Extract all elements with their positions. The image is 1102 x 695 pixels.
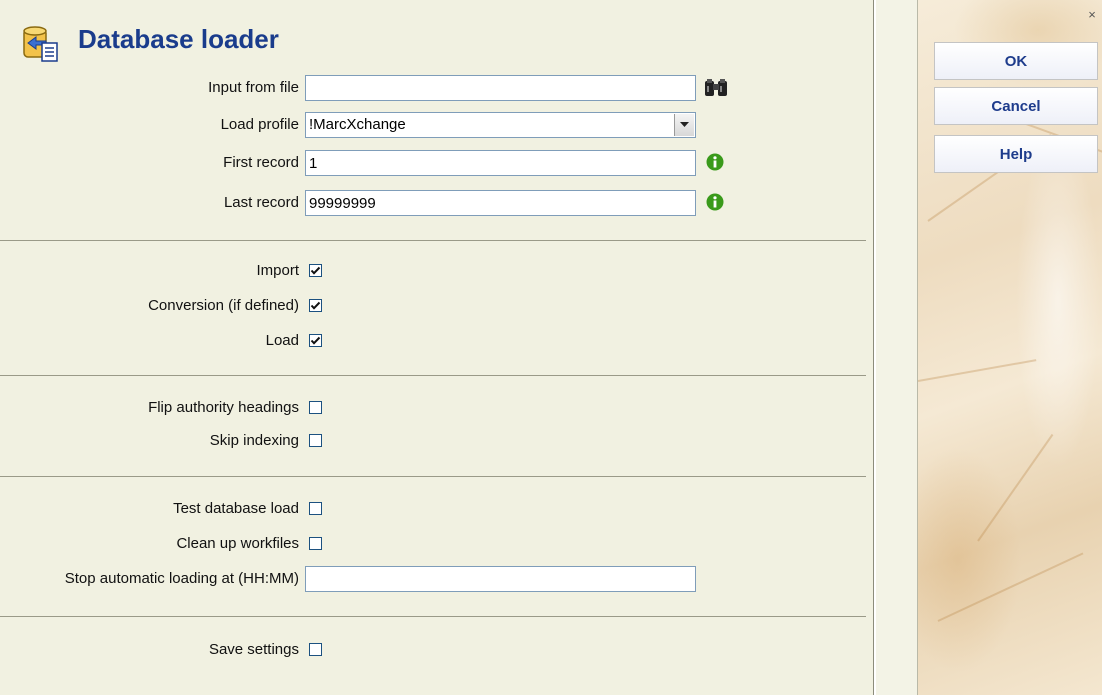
import-label: Import bbox=[256, 262, 299, 279]
flip-authority-checkbox[interactable] bbox=[309, 401, 322, 414]
last-record-label: Last record bbox=[223, 194, 299, 211]
load-profile-label: Load profile bbox=[220, 116, 299, 133]
info-icon[interactable] bbox=[706, 193, 724, 211]
ok-button[interactable]: OK bbox=[934, 42, 1098, 80]
first-record-row: First record bbox=[0, 150, 874, 176]
marble-vein bbox=[937, 552, 1084, 622]
last-record-field[interactable] bbox=[305, 190, 696, 216]
import-checkbox[interactable] bbox=[309, 264, 322, 277]
conversion-label: Conversion (if defined) bbox=[148, 297, 299, 314]
import-row: Import bbox=[0, 258, 874, 284]
load-label: Load bbox=[265, 332, 299, 349]
test-load-checkbox[interactable] bbox=[309, 502, 322, 515]
panel-gutter bbox=[876, 0, 918, 695]
clean-up-label: Clean up workfiles bbox=[176, 535, 299, 552]
stop-time-label: Stop automatic loading at (HH:MM) bbox=[64, 570, 299, 587]
load-checkbox[interactable] bbox=[309, 334, 322, 347]
page-title: Database loader bbox=[78, 24, 279, 54]
load-profile-row: Load profile !MarcXchange bbox=[0, 112, 874, 138]
clean-up-checkbox[interactable] bbox=[309, 537, 322, 550]
skip-indexing-checkbox[interactable] bbox=[309, 434, 322, 447]
marble-vein bbox=[977, 433, 1054, 542]
help-button[interactable]: Help bbox=[934, 135, 1098, 173]
chevron-down-icon[interactable] bbox=[674, 114, 694, 136]
database-loader-icon bbox=[22, 25, 60, 63]
divider bbox=[0, 616, 866, 617]
form-panel: Database loader Input from file Load pro… bbox=[0, 0, 874, 695]
input-file-field[interactable] bbox=[305, 75, 696, 101]
flip-authority-label: Flip authority headings bbox=[148, 399, 299, 416]
input-file-row: Input from file bbox=[0, 75, 874, 101]
save-settings-row: Save settings bbox=[0, 637, 874, 663]
cancel-button[interactable]: Cancel bbox=[934, 87, 1098, 125]
close-icon[interactable]: × bbox=[1086, 8, 1098, 21]
load-profile-select[interactable]: !MarcXchange bbox=[305, 112, 696, 138]
test-load-row: Test database load bbox=[0, 496, 874, 522]
test-load-label: Test database load bbox=[173, 500, 299, 517]
save-settings-checkbox[interactable] bbox=[309, 643, 322, 656]
stop-time-field[interactable] bbox=[305, 566, 696, 592]
stop-time-row: Stop automatic loading at (HH:MM) bbox=[0, 566, 874, 592]
info-icon[interactable] bbox=[706, 153, 724, 171]
load-profile-value: !MarcXchange bbox=[309, 116, 406, 133]
load-row: Load bbox=[0, 328, 874, 354]
divider bbox=[0, 476, 866, 477]
skip-indexing-label: Skip indexing bbox=[209, 432, 299, 449]
marble-vein bbox=[918, 359, 1037, 382]
binoculars-icon[interactable] bbox=[703, 78, 729, 98]
input-file-label: Input from file bbox=[208, 79, 299, 96]
last-record-row: Last record bbox=[0, 190, 874, 216]
conversion-row: Conversion (if defined) bbox=[0, 293, 874, 319]
first-record-label: First record bbox=[223, 154, 299, 171]
save-settings-label: Save settings bbox=[208, 641, 299, 658]
skip-indexing-row: Skip indexing bbox=[0, 428, 874, 454]
divider bbox=[0, 240, 866, 241]
conversion-checkbox[interactable] bbox=[309, 299, 322, 312]
first-record-field[interactable] bbox=[305, 150, 696, 176]
divider bbox=[0, 375, 866, 376]
flip-authority-row: Flip authority headings bbox=[0, 395, 874, 421]
clean-up-row: Clean up workfiles bbox=[0, 531, 874, 557]
